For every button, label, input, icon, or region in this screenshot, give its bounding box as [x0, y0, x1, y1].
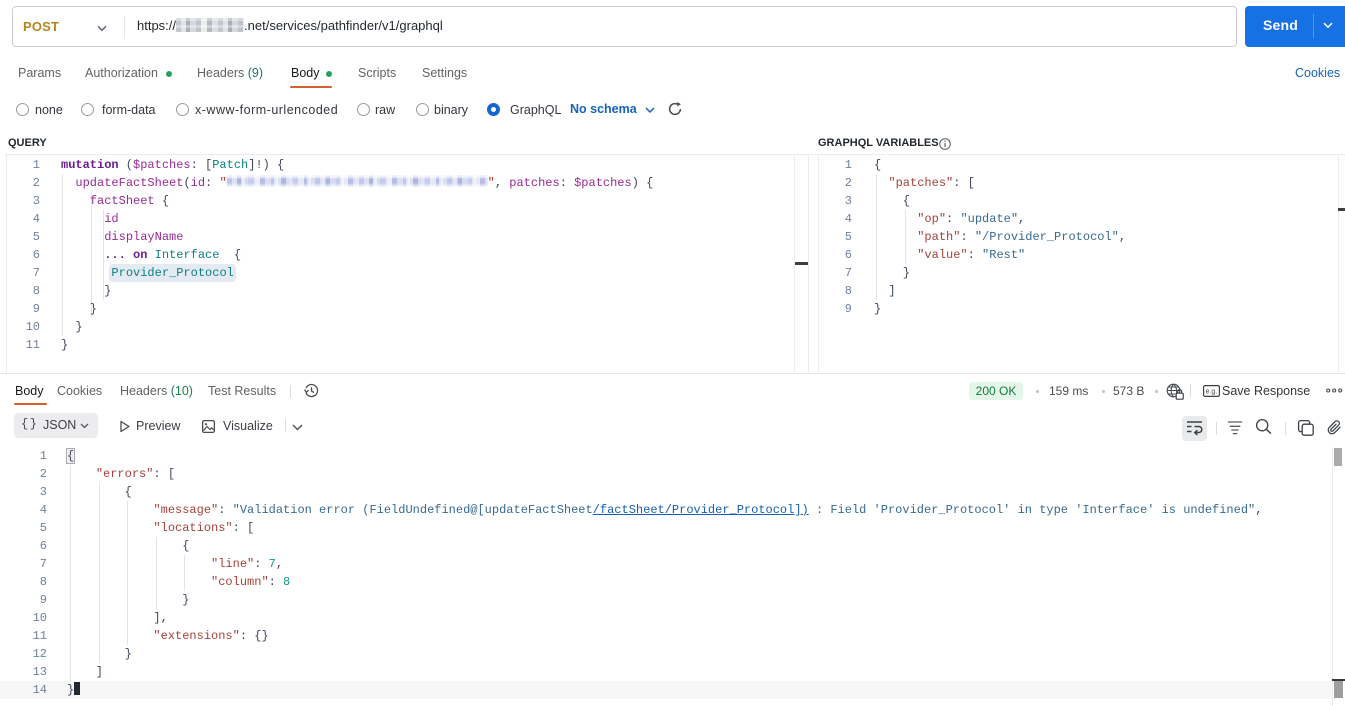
svg-text:e.g.: e.g. — [1206, 388, 1218, 395]
